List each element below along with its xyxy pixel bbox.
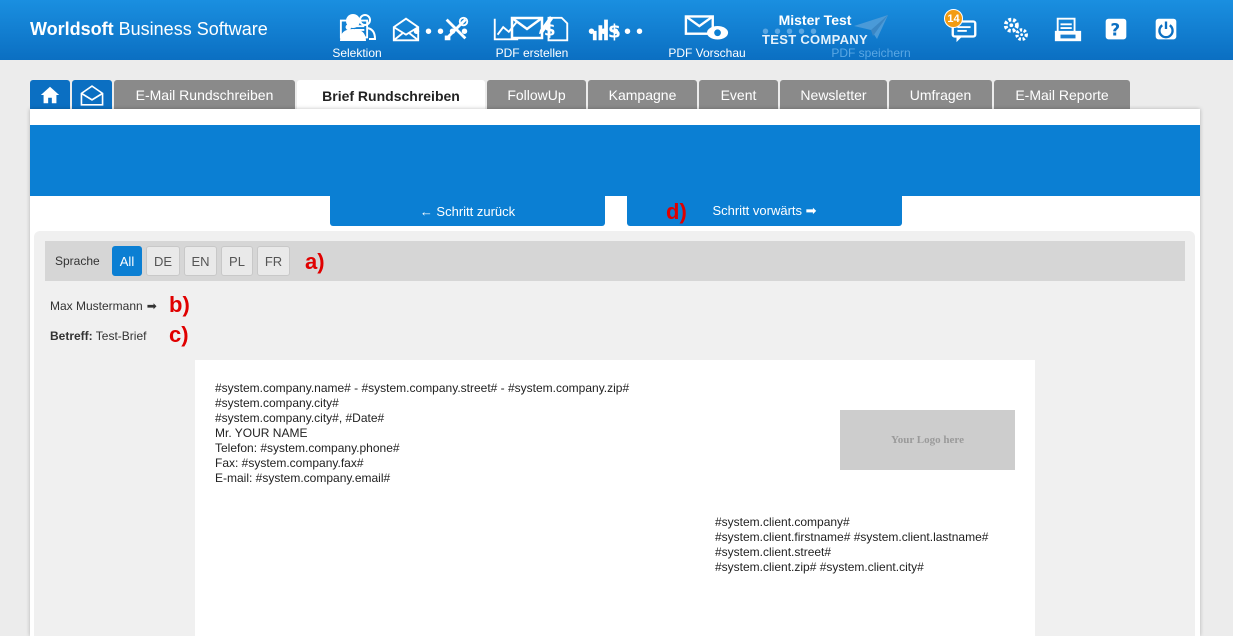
back-button[interactable]: ← Schritt zurück: [330, 196, 605, 226]
mail-tab[interactable]: [72, 80, 112, 110]
client-line: #system.client.company#: [715, 515, 850, 529]
subject-line: Betreff: Test-Brief: [50, 329, 146, 343]
tab-email-rundschreiben[interactable]: E-Mail Rundschreiben: [114, 80, 295, 110]
settings-icon[interactable]: [1000, 14, 1032, 44]
client-address-block: #system.client.company# #system.client.f…: [715, 515, 988, 575]
lang-pl[interactable]: PL: [221, 246, 253, 276]
marker-c: c): [169, 322, 189, 347]
tab-followup[interactable]: FollowUp: [487, 80, 586, 110]
step-pdf-erstellen[interactable]: PDF erstellen: [477, 12, 587, 60]
sender-block: #system.company.name# - #system.company.…: [215, 381, 629, 486]
marker-b: b): [169, 292, 190, 317]
client-line: #system.client.street#: [715, 545, 832, 559]
power-icon[interactable]: [1150, 14, 1182, 44]
notification-badge[interactable]: 14: [944, 9, 963, 28]
step-pdf-vorschau[interactable]: PDF Vorschau: [652, 12, 762, 60]
mail-preview-icon: [684, 15, 729, 40]
subject-value: Test-Brief: [92, 329, 147, 343]
users-icon: [340, 14, 377, 41]
step-pdf-speichern[interactable]: PDF speichern: [816, 12, 926, 60]
wizard-bar: [30, 125, 1200, 196]
sender-line: #system.company.city#: [215, 396, 339, 410]
recipient-nav[interactable]: Max Mustermann ➡: [50, 299, 157, 313]
brand-title: Worldsoft Business Software: [30, 19, 268, 39]
language-label: Sprache: [55, 254, 100, 268]
logo-placeholder: Your Logo here: [840, 410, 1015, 470]
tab-kampagne[interactable]: Kampagne: [588, 80, 697, 110]
sender-line: #system.company.name# - #system.company.…: [215, 381, 630, 395]
lang-all[interactable]: All: [112, 246, 142, 276]
tab-event[interactable]: Event: [699, 80, 778, 110]
marker-d: d): [666, 199, 687, 224]
sender-line: Fax: #system.company.fax#: [215, 456, 364, 470]
tab-umfragen[interactable]: Umfragen: [889, 80, 992, 110]
mail-tab-icon: [80, 85, 104, 106]
mail-edit-icon: [510, 16, 553, 40]
subject-label: Betreff:: [50, 329, 93, 343]
send-icon: [854, 15, 888, 39]
help-icon[interactable]: ?: [1100, 14, 1132, 44]
recipient-name: Max Mustermann: [50, 299, 143, 313]
home-icon: [40, 86, 60, 104]
tab-newsletter[interactable]: Newsletter: [780, 80, 887, 110]
step-selektion[interactable]: Selektion: [302, 12, 412, 60]
lang-de[interactable]: DE: [146, 246, 180, 276]
arrow-right-icon[interactable]: ➡: [147, 299, 157, 313]
lang-fr[interactable]: FR: [257, 246, 290, 276]
home-tab[interactable]: [30, 80, 70, 110]
marker-a: a): [305, 249, 325, 274]
sender-line: #system.company.city#, #Date#: [215, 411, 385, 425]
svg-text:?: ?: [1110, 20, 1120, 40]
sender-line: Mr. YOUR NAME: [215, 426, 308, 440]
sender-line: E-mail: #system.company.email#: [215, 471, 391, 485]
tab-email-reporte[interactable]: E-Mail Reporte: [994, 80, 1130, 110]
client-line: #system.client.firstname# #system.client…: [715, 530, 989, 544]
client-line: #system.client.zip# #system.client.city#: [715, 560, 924, 574]
sender-line: Telefon: #system.company.phone#: [215, 441, 400, 455]
lang-en[interactable]: EN: [184, 246, 217, 276]
tab-brief-rundschreiben[interactable]: Brief Rundschreiben: [297, 80, 485, 111]
print-icon[interactable]: [1052, 14, 1084, 44]
